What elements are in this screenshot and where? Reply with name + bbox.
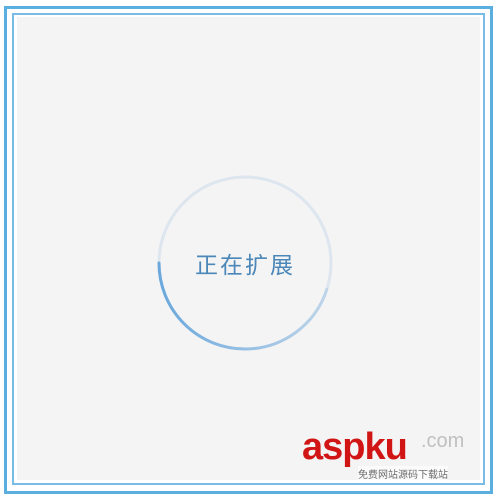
watermark: aspku .com 免费网站源码下载站 [300, 426, 490, 486]
watermark-domain: .com [421, 430, 465, 452]
progress-ring: 正在扩展 [150, 168, 340, 358]
watermark-tagline: 免费网站源码下载站 [358, 466, 448, 481]
watermark-brand: aspku [302, 426, 408, 468]
loading-status-text: 正在扩展 [195, 253, 295, 279]
